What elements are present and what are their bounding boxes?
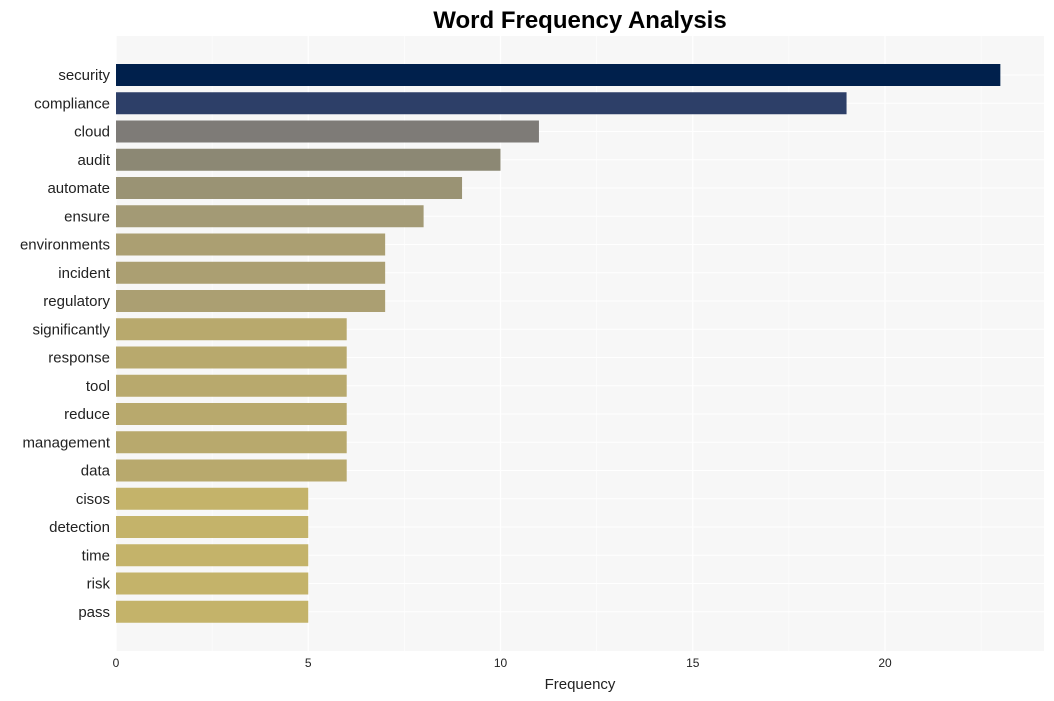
y-tick-label: time	[82, 547, 110, 564]
y-tick-label: regulatory	[43, 293, 110, 310]
bar-compliance	[116, 92, 847, 115]
chart-title: Word Frequency Analysis	[433, 7, 726, 34]
y-tick-label: environments	[20, 237, 110, 254]
x-tick-label: 5	[305, 656, 312, 670]
bar-automate	[116, 177, 463, 199]
x-axis-label: Frequency	[545, 676, 616, 693]
bar-significantly	[116, 318, 347, 341]
x-tick-label: 10	[494, 656, 508, 670]
x-tick-label: 15	[686, 656, 700, 670]
y-tick-label: incident	[58, 265, 111, 282]
bar-time	[116, 544, 309, 567]
bar-management	[116, 431, 347, 454]
y-tick-label: compliance	[34, 95, 110, 112]
bar-reduce	[116, 403, 347, 425]
y-tick-label: response	[48, 350, 110, 367]
y-tick-label: significantly	[32, 321, 110, 338]
bar-ensure	[116, 205, 424, 228]
bar-detection	[116, 516, 309, 538]
bar-cloud	[116, 120, 539, 143]
y-tick-label: cloud	[74, 124, 110, 141]
y-tick-label: management	[22, 434, 110, 451]
x-axis-ticks: 0 5 10 15 20	[113, 656, 892, 670]
bar-audit	[116, 148, 501, 171]
bar-risk	[116, 572, 309, 595]
x-tick-label: 20	[878, 656, 892, 670]
y-axis-labels: security compliance cloud audit automate ensu…	[20, 67, 111, 621]
x-tick-label: 0	[113, 656, 120, 670]
y-tick-label: cisos	[76, 491, 110, 508]
bar-regulatory	[116, 290, 386, 312]
y-tick-label: reduce	[64, 406, 110, 423]
y-tick-label: ensure	[64, 208, 110, 225]
y-tick-label: detection	[49, 519, 110, 536]
y-tick-label: data	[81, 463, 111, 480]
bar-response	[116, 346, 347, 369]
y-tick-label: pass	[78, 604, 110, 621]
bar-security	[116, 64, 1001, 86]
y-tick-label: security	[58, 67, 110, 84]
bar-pass	[116, 600, 309, 623]
bar-cisos	[116, 487, 309, 510]
bar-tool	[116, 374, 347, 397]
word-frequency-chart: Word Frequency Analysis security complian…	[20, 7, 1044, 693]
y-tick-label: risk	[87, 576, 111, 593]
bar-data	[116, 459, 347, 482]
y-tick-label: tool	[86, 378, 110, 395]
y-tick-label: automate	[47, 180, 110, 197]
y-tick-label: audit	[77, 152, 110, 169]
bar-environments	[116, 233, 386, 256]
bar-incident	[116, 261, 386, 284]
